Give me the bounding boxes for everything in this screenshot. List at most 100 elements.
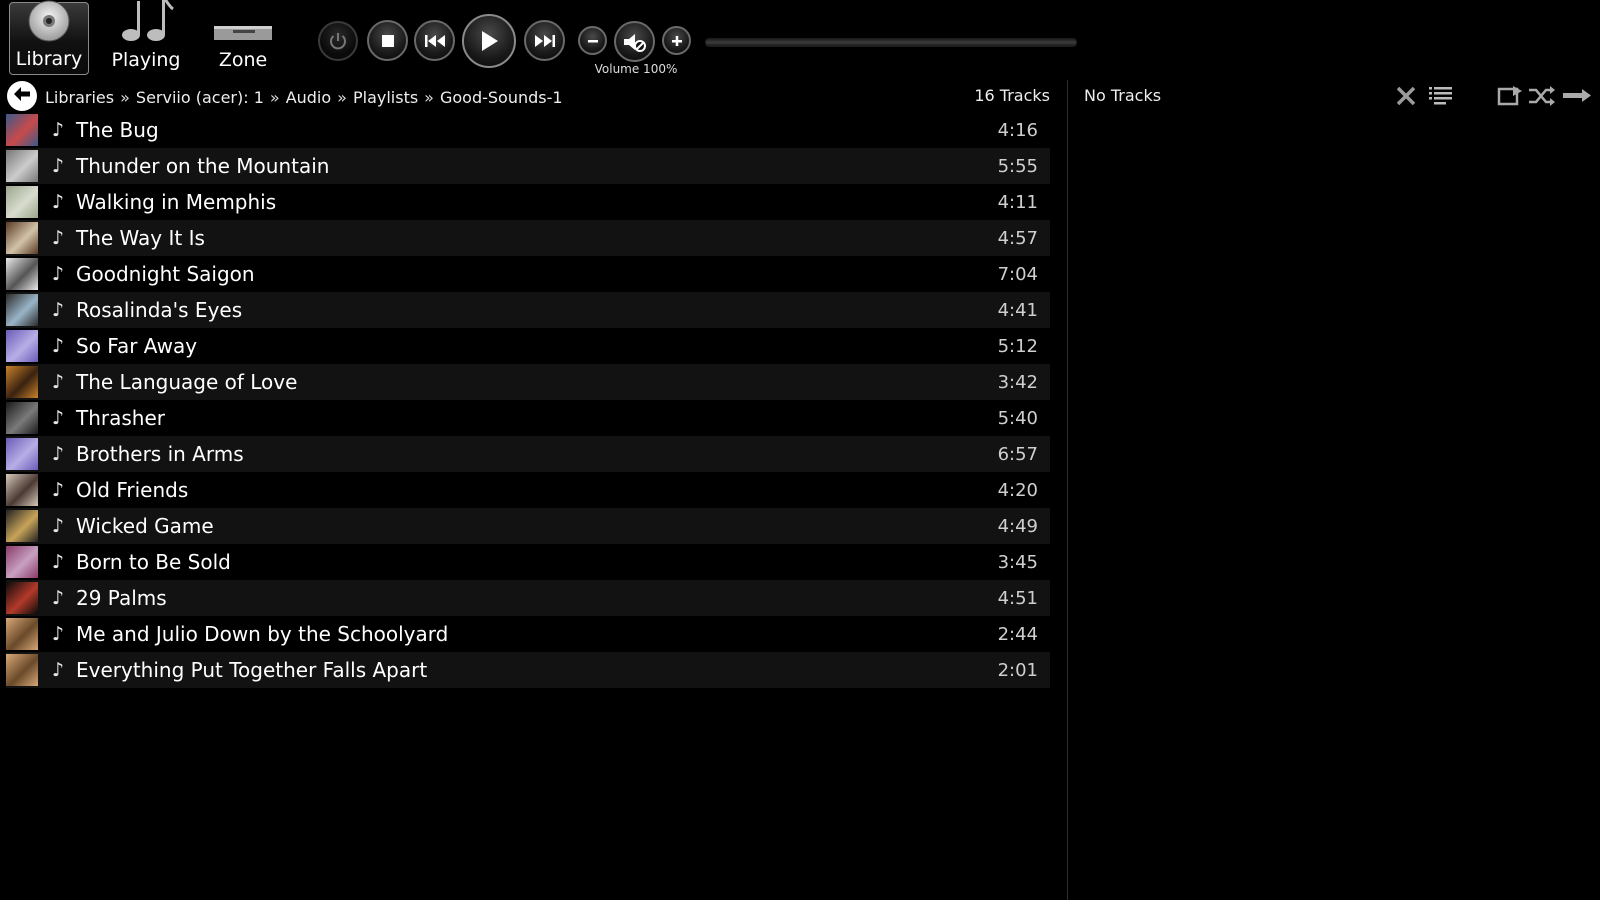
track-duration: 2:01 (997, 659, 1038, 681)
track-row[interactable]: ♪ Thrasher 5:40 (6, 400, 1050, 436)
album-art-thumbnail (6, 294, 38, 326)
track-title: The Way It Is (76, 226, 205, 250)
track-row[interactable]: ♪ Rosalinda's Eyes 4:41 (6, 292, 1050, 328)
track-duration: 3:45 (997, 551, 1038, 573)
back-button[interactable] (7, 81, 37, 111)
track-list: ♪ The Bug 4:16 ♪ Thunder on the Mountain 5:55… (6, 112, 1050, 688)
music-notes-icon (118, 0, 174, 47)
pane-divider[interactable] (1067, 80, 1068, 900)
album-art-thumbnail (6, 582, 38, 614)
music-note-icon: ♪ (51, 407, 65, 429)
music-note-icon: ♪ (51, 191, 65, 213)
track-duration: 5:55 (997, 155, 1038, 177)
track-title: Thrasher (76, 406, 165, 430)
album-art-thumbnail (6, 222, 38, 254)
breadcrumb: Libraries » Serviio (acer): 1 » Audio » Playli… (45, 88, 563, 107)
breadcrumb-audio[interactable]: Audio (286, 88, 331, 107)
nav-zone-button[interactable]: Zone (203, 2, 283, 75)
track-duration: 6:57 (997, 443, 1038, 465)
stop-icon (381, 34, 395, 48)
previous-button[interactable] (414, 20, 455, 61)
track-duration: 7:04 (997, 263, 1038, 285)
clear-icon[interactable] (1395, 85, 1417, 111)
music-note-icon: ♪ (51, 623, 65, 645)
music-note-icon: ♪ (51, 227, 65, 249)
track-duration: 4:41 (997, 299, 1038, 321)
track-duration: 5:12 (997, 335, 1038, 357)
track-row[interactable]: ♪ Me and Julio Down by the Schoolyard 2:44 (6, 616, 1050, 652)
repeat-icon[interactable] (1562, 85, 1592, 111)
music-note-icon: ♪ (51, 587, 65, 609)
seek-bar[interactable] (705, 38, 1077, 47)
nav-library-button[interactable]: Library (9, 0, 89, 75)
track-title: Me and Julio Down by the Schoolyard (76, 622, 449, 646)
volume-up-button[interactable] (662, 26, 691, 55)
music-note-icon: ♪ (51, 515, 65, 537)
album-art-thumbnail (6, 186, 38, 218)
back-arrow-icon (11, 83, 33, 109)
album-art-thumbnail (6, 402, 38, 434)
play-button[interactable] (462, 14, 516, 68)
album-art-thumbnail (6, 474, 38, 506)
track-title: Rosalinda's Eyes (76, 298, 243, 322)
track-title: The Bug (76, 118, 159, 142)
track-duration: 4:20 (997, 479, 1038, 501)
track-row[interactable]: ♪ The Language of Love 3:42 (6, 364, 1050, 400)
list-icon[interactable] (1428, 85, 1454, 113)
track-row[interactable]: ♪ Everything Put Together Falls Apart 2:01 (6, 652, 1050, 688)
breadcrumb-playlists[interactable]: Playlists (353, 88, 418, 107)
music-note-icon: ♪ (51, 119, 65, 141)
track-row[interactable]: ♪ So Far Away 5:12 (6, 328, 1050, 364)
track-duration: 4:11 (997, 191, 1038, 213)
track-row[interactable]: ♪ The Way It Is 4:57 (6, 220, 1050, 256)
track-row[interactable]: ♪ Goodnight Saigon 7:04 (6, 256, 1050, 292)
track-row[interactable]: ♪ Thunder on the Mountain 5:55 (6, 148, 1050, 184)
next-button[interactable] (524, 20, 565, 61)
track-duration: 4:57 (997, 227, 1038, 249)
album-art-thumbnail (6, 510, 38, 542)
track-count: 16 Tracks (974, 86, 1050, 105)
track-duration: 3:42 (997, 371, 1038, 393)
save-playlist-icon[interactable] (1497, 85, 1523, 111)
track-row[interactable]: ♪ 29 Palms 4:51 (6, 580, 1050, 616)
track-title: Everything Put Together Falls Apart (76, 658, 428, 682)
track-row[interactable]: ♪ Brothers in Arms 6:57 (6, 436, 1050, 472)
music-note-icon: ♪ (51, 479, 65, 501)
track-row[interactable]: ♪ Old Friends 4:20 (6, 472, 1050, 508)
player-device-icon (213, 21, 273, 47)
track-title: Born to Be Sold (76, 550, 231, 574)
track-title: The Language of Love (76, 370, 298, 394)
breadcrumb-playlist[interactable]: Good-Sounds-1 (440, 88, 563, 107)
album-art-thumbnail (6, 150, 38, 182)
album-art-thumbnail (6, 114, 38, 146)
nav-playing-button[interactable]: Playing (106, 0, 186, 75)
nav-library-label: Library (15, 48, 83, 70)
music-note-icon: ♪ (51, 659, 65, 681)
previous-icon (424, 34, 446, 48)
track-row[interactable]: ♪ Walking in Memphis 4:11 (6, 184, 1050, 220)
album-art-thumbnail (6, 258, 38, 290)
track-title: So Far Away (76, 334, 198, 358)
breadcrumb-server[interactable]: Serviio (acer): 1 (136, 88, 264, 107)
mute-button[interactable] (614, 21, 655, 62)
volume-down-button[interactable] (578, 26, 607, 55)
track-title: Walking in Memphis (76, 190, 277, 214)
breadcrumb-separator: » (269, 88, 280, 107)
music-note-icon: ♪ (51, 551, 65, 573)
track-row[interactable]: ♪ Wicked Game 4:49 (6, 508, 1050, 544)
shuffle-icon[interactable] (1528, 85, 1556, 111)
music-note-icon: ♪ (51, 371, 65, 393)
track-duration: 4:16 (997, 119, 1038, 141)
album-art-thumbnail (6, 330, 38, 362)
nav-zone-label: Zone (218, 49, 268, 71)
track-row[interactable]: ♪ The Bug 4:16 (6, 112, 1050, 148)
track-title: Thunder on the Mountain (76, 154, 330, 178)
music-note-icon: ♪ (51, 335, 65, 357)
stop-button[interactable] (367, 20, 408, 61)
music-note-icon: ♪ (51, 155, 65, 177)
music-note-icon: ♪ (51, 299, 65, 321)
power-button[interactable] (318, 21, 358, 61)
breadcrumb-libraries[interactable]: Libraries (45, 88, 114, 107)
track-row[interactable]: ♪ Born to Be Sold 3:45 (6, 544, 1050, 580)
album-art-thumbnail (6, 438, 38, 470)
